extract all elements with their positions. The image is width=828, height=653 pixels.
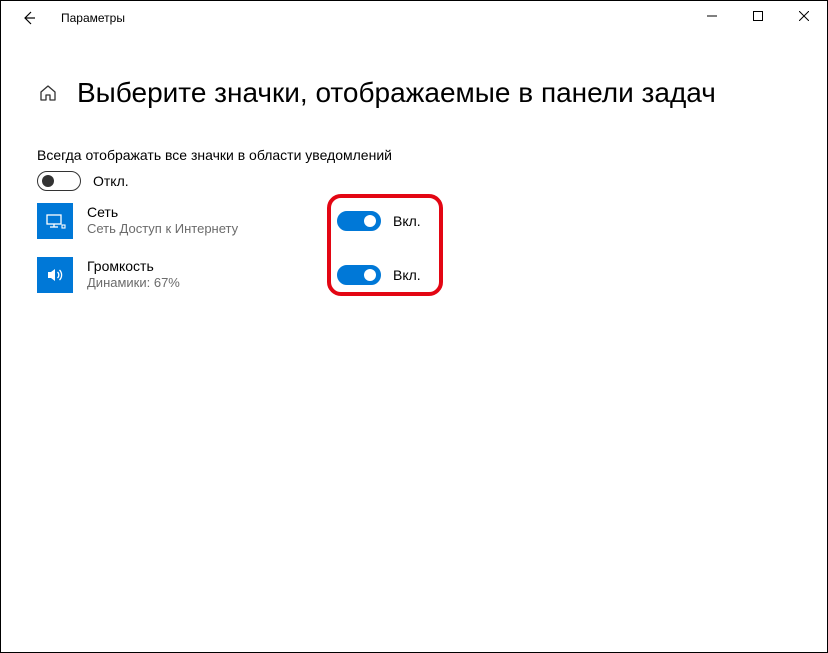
volume-icon [44, 264, 66, 286]
network-toggle-row: Вкл. [337, 211, 421, 231]
content-area: Выберите значки, отображаемые в панели з… [1, 35, 827, 293]
always-show-label: Всегда отображать все значки в области у… [37, 147, 791, 163]
maximize-button[interactable] [735, 1, 781, 31]
home-icon [38, 83, 58, 103]
volume-state: Вкл. [393, 267, 421, 283]
volume-icon-tile [37, 257, 73, 293]
list-item-volume: Громкость Динамики: 67% Вкл. [37, 257, 791, 293]
toggle-knob [364, 269, 376, 281]
list-item-network: Сеть Сеть Доступ к Интернету Вкл. [37, 203, 791, 239]
minimize-button[interactable] [689, 1, 735, 31]
volume-toggle-row: Вкл. [337, 265, 421, 285]
network-state: Вкл. [393, 213, 421, 229]
close-icon [799, 11, 809, 21]
always-show-toggle-row: Откл. [37, 171, 791, 191]
volume-text: Громкость Динамики: 67% [87, 258, 337, 292]
maximize-icon [753, 11, 763, 21]
toggle-knob [364, 215, 376, 227]
toggle-knob [42, 175, 54, 187]
volume-toggle[interactable] [337, 265, 381, 285]
network-icon [44, 210, 66, 232]
back-button[interactable] [9, 1, 49, 35]
heading-row: Выберите значки, отображаемые в панели з… [37, 77, 791, 109]
network-text: Сеть Сеть Доступ к Интернету [87, 204, 337, 238]
back-arrow-icon [21, 10, 37, 26]
volume-title: Громкость [87, 258, 337, 275]
network-toggle[interactable] [337, 211, 381, 231]
network-icon-tile [37, 203, 73, 239]
window-controls [689, 1, 827, 31]
always-show-toggle[interactable] [37, 171, 81, 191]
volume-subtitle: Динамики: 67% [87, 275, 337, 292]
window-title: Параметры [61, 11, 125, 25]
network-title: Сеть [87, 204, 337, 221]
page-title: Выберите значки, отображаемые в панели з… [77, 77, 716, 109]
always-show-state: Откл. [93, 173, 129, 189]
close-button[interactable] [781, 1, 827, 31]
network-subtitle: Сеть Доступ к Интернету [87, 221, 337, 238]
minimize-icon [707, 11, 717, 21]
home-button[interactable] [37, 82, 59, 104]
